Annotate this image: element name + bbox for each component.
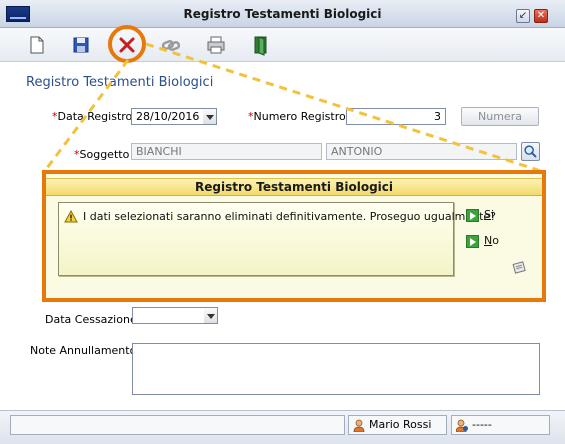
data-cessazione-label: Data Cessazione (45, 313, 137, 326)
data-registro-field[interactable]: 28/10/2016 (131, 108, 204, 125)
warning-icon (64, 210, 78, 223)
status-bar: Mario Rossi ----- (0, 410, 565, 444)
exit-icon[interactable] (250, 34, 272, 56)
numero-registro-field[interactable]: 3 (346, 108, 446, 125)
soggetto-cognome-field[interactable]: BIANCHI (131, 143, 322, 160)
user-icon (353, 419, 365, 432)
confirm-dialog: Registro Testamenti Biologici I dati sel… (42, 170, 546, 302)
search-icon[interactable] (521, 142, 540, 161)
soggetto-nome-field[interactable]: ANTONIO (326, 143, 517, 160)
title-bar: Registro Testamenti Biologici ↙ ✕ (0, 0, 565, 28)
window-title: Registro Testamenti Biologici (183, 7, 382, 21)
soggetto-label: *Soggetto (74, 148, 130, 161)
note-annullamento-textarea[interactable] (132, 343, 540, 395)
dialog-message: I dati selezionati saranno eliminati def… (83, 210, 497, 223)
delete-highlight-ring (108, 25, 146, 63)
print-icon[interactable] (205, 34, 227, 56)
section-title: Registro Testamenti Biologici (26, 75, 214, 90)
role-icon (456, 419, 468, 432)
numero-registro-label: *Numero Registro (248, 110, 346, 123)
arrow-right-icon (466, 208, 479, 222)
dialog-title: Registro Testamenti Biologici (46, 178, 542, 196)
link-icon[interactable] (160, 34, 182, 56)
data-cessazione-dropdown[interactable] (204, 307, 218, 324)
arrow-right-icon (466, 234, 479, 248)
save-icon[interactable] (70, 34, 92, 56)
status-role: ----- (472, 418, 492, 431)
data-registro-dropdown[interactable] (203, 108, 217, 125)
data-cessazione-field[interactable] (132, 307, 205, 324)
note-annullamento-label: Note Annullamento (30, 344, 137, 357)
close-window-button[interactable]: ✕ (534, 9, 548, 23)
status-message-pane (10, 415, 345, 435)
no-option[interactable]: No (466, 234, 499, 248)
numera-button[interactable]: Numera (461, 107, 539, 126)
toolbar (0, 28, 565, 62)
status-user-pane: Mario Rossi (348, 415, 447, 435)
yes-option[interactable]: Si (466, 208, 494, 222)
main-window: Registro Testamenti Biologici ↙ ✕ Regist… (0, 0, 565, 444)
message-box: I dati selezionati saranno eliminati def… (58, 202, 496, 276)
restore-button[interactable]: ↙ (516, 9, 530, 23)
new-document-icon[interactable] (26, 34, 48, 56)
status-user: Mario Rossi (369, 418, 432, 431)
status-role-pane: ----- (451, 415, 550, 435)
data-registro-label: *Data Registro (52, 110, 133, 123)
notepad-icon[interactable] (512, 260, 526, 274)
